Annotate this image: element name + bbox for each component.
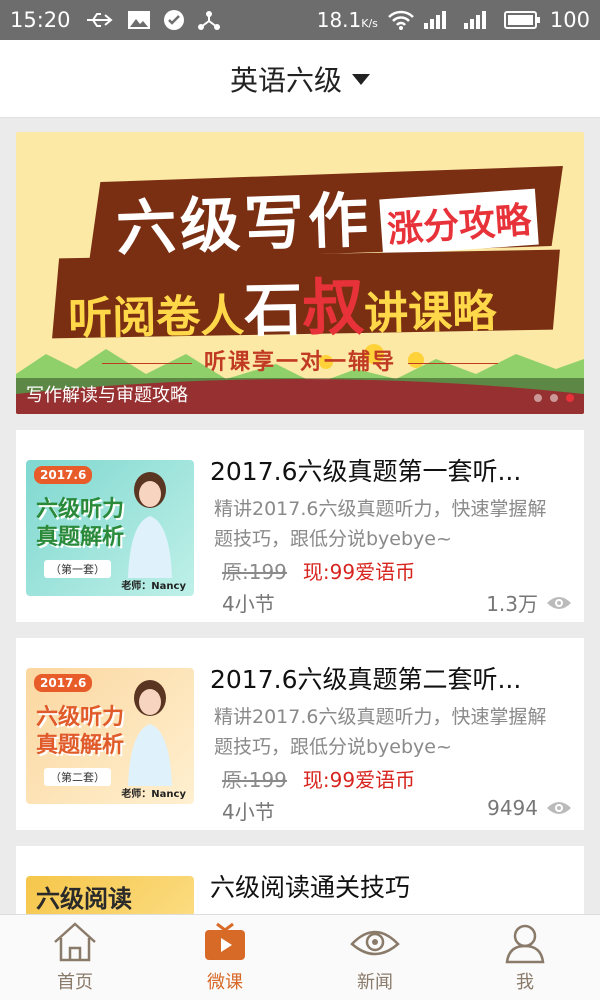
promo-banner[interactable]: 六级写作 涨分攻略 听阅卷人石叔讲课略 听课享一对一辅导 写作解读与审题攻略 <box>16 132 584 414</box>
network-speed-unit: K/s <box>361 17 378 30</box>
teacher-photo <box>128 680 172 786</box>
view-count: 9494 <box>487 796 538 820</box>
signal-icon-2 <box>463 11 486 29</box>
current-price: 现:99爱语币 <box>302 560 416 584</box>
nav-microcourse[interactable]: 微课 <box>150 915 300 1000</box>
thumb-title: 六级听力真题解析 <box>36 705 125 758</box>
view-count: 1.3万 <box>486 592 538 616</box>
thumb-title: 六级阅读 <box>36 885 132 913</box>
category-dropdown[interactable]: 英语六级 <box>230 59 370 99</box>
course-card[interactable]: 2017.6 六级听力真题解析 （第一套） 老师：Nancy 2017.6六级真… <box>16 430 584 622</box>
banner-tagline: 听课享一对一辅导 <box>16 344 584 376</box>
share-icon <box>197 11 220 30</box>
course-title: 2017.6六级真题第二套听... <box>210 665 522 694</box>
nav-news[interactable]: 新闻 <box>300 915 450 1000</box>
dropdown-arrow-icon <box>352 74 370 85</box>
current-price: 现:99爱语币 <box>302 768 416 792</box>
network-speed: 18.1 <box>316 8 362 32</box>
page-title: 英语六级 <box>229 63 342 97</box>
nav-me-label: 我 <box>516 972 534 993</box>
nav-home-label: 首页 <box>57 972 93 993</box>
thumb-teacher: 老师：Nancy <box>121 789 186 800</box>
nav-news-label: 新闻 <box>357 972 393 993</box>
battery-level: 100 <box>549 8 590 32</box>
check-circle-icon <box>163 10 184 30</box>
banner-badge: 涨分攻略 <box>379 188 539 256</box>
thumb-teacher: 老师：Nancy <box>121 581 186 592</box>
thumb-volume: （第一套） <box>44 560 111 578</box>
eye-icon <box>547 596 571 609</box>
battery-icon <box>503 11 540 29</box>
usb-icon <box>86 13 113 27</box>
course-title: 2017.6六级真题第一套听... <box>210 457 522 486</box>
lesson-count: 4小节 <box>222 800 275 824</box>
signal-icon <box>423 11 446 29</box>
carousel-dot[interactable] <box>534 394 542 402</box>
original-price: 原:199 <box>222 560 287 584</box>
thumb-title: 六级听力真题解析 <box>36 497 125 550</box>
banner-subheadline: 听阅卷人石叔讲课略 <box>67 270 497 345</box>
carousel-dot[interactable] <box>550 394 558 402</box>
title-bar: 英语六级 <box>0 40 600 118</box>
course-description: 精讲2017.6六级真题听力，快速掌握解题技巧，跟低分说byebye~ <box>214 706 547 758</box>
wifi-icon <box>388 10 414 30</box>
lesson-count: 4小节 <box>222 592 275 616</box>
status-time: 15:20 <box>10 8 71 32</box>
thumb-date-tag: 2017.6 <box>34 466 93 484</box>
course-title: 六级阅读通关技巧 <box>210 873 411 902</box>
image-icon <box>127 11 150 29</box>
course-thumbnail: 2017.6 六级听力真题解析 （第一套） 老师：Nancy <box>26 460 194 596</box>
eye-icon <box>547 802 571 814</box>
nav-microcourse-label: 微课 <box>207 972 243 993</box>
nav-home[interactable]: 首页 <box>0 915 150 1000</box>
user-icon <box>505 924 545 964</box>
nav-me[interactable]: 我 <box>450 915 600 1000</box>
home-icon <box>54 922 96 962</box>
thumb-date-tag: 2017.6 <box>34 674 93 692</box>
thumb-volume: （第二套） <box>44 768 111 786</box>
banner-caption: 写作解读与审题攻略 <box>16 378 584 414</box>
video-icon <box>205 922 245 960</box>
status-bar: 15:20 18.1K/s 100 <box>0 0 600 40</box>
course-card[interactable]: 2017.6 六级听力真题解析 （第二套） 老师：Nancy 2017.6六级真… <box>16 638 584 830</box>
teacher-photo <box>128 472 172 578</box>
eye-nav-icon <box>350 930 400 956</box>
course-thumbnail: 2017.6 六级听力真题解析 （第二套） 老师：Nancy <box>26 668 194 804</box>
course-description: 精讲2017.6六级真题听力，快速掌握解题技巧，跟低分说byebye~ <box>214 498 547 550</box>
bottom-nav: 首页 微课 新闻 我 <box>0 914 600 1000</box>
carousel-dots <box>534 394 574 402</box>
carousel-dot-active[interactable] <box>566 394 574 402</box>
original-price: 原:199 <box>222 768 287 792</box>
